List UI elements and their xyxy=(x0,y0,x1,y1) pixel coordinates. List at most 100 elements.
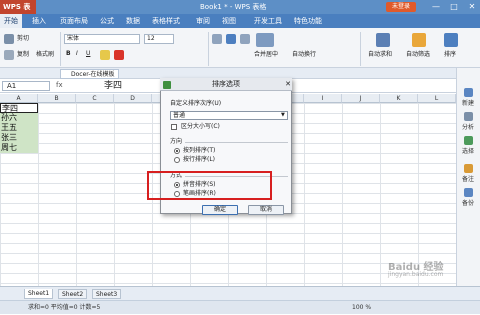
cell-a1[interactable]: 李四 xyxy=(0,103,38,113)
merge-center-icon xyxy=(256,33,274,47)
format-painter-button[interactable]: 格式刷 xyxy=(36,51,54,59)
close-window-button[interactable]: ✕ xyxy=(466,2,478,12)
new-icon xyxy=(463,88,473,97)
font-size-select[interactable]: 12 xyxy=(144,34,174,44)
ribbon-divider xyxy=(208,32,209,66)
status-bar: 求和=0 平均值=0 计数=5 100 % xyxy=(0,300,480,314)
ribbon-divider xyxy=(60,32,61,66)
maximize-button[interactable]: □ xyxy=(448,2,460,12)
dialog-title: 排序选项 xyxy=(160,78,292,91)
dialog-close-button[interactable]: ✕ xyxy=(284,80,292,89)
watermark-url: jingyan.baidu.com xyxy=(388,271,444,278)
direction-label: 方向 xyxy=(170,138,183,145)
cell-a5[interactable]: 周七 xyxy=(0,143,38,153)
select-icon xyxy=(463,136,473,145)
column-header-c[interactable]: C xyxy=(76,94,114,103)
side-item-label: 新建 xyxy=(461,100,474,107)
status-summary: 求和=0 平均值=0 计数=5 xyxy=(28,304,101,311)
align-middle-icon[interactable] xyxy=(226,34,236,44)
sheet-tab-2[interactable]: Sheet2 xyxy=(58,289,88,299)
tab-table-style[interactable]: 表格样式 xyxy=(152,14,180,28)
bold-button[interactable]: B xyxy=(66,50,71,58)
fill-color-icon[interactable] xyxy=(100,50,110,60)
side-item-new[interactable]: 新建 xyxy=(456,88,480,107)
case-sensitive-checkbox[interactable] xyxy=(171,124,177,130)
dialog-app-icon xyxy=(163,81,171,89)
tab-formulas[interactable]: 公式 xyxy=(100,14,114,28)
sort-button[interactable]: 排序 xyxy=(444,51,456,59)
window-title: Book1 * - WPS 表格 xyxy=(200,3,267,11)
note-icon xyxy=(463,164,473,173)
font-name-select[interactable]: 宋体 xyxy=(64,34,140,44)
app-logo[interactable]: WPS 表格 xyxy=(0,0,36,25)
name-box[interactable]: A1 xyxy=(2,81,50,91)
column-header-j[interactable]: J xyxy=(342,94,380,103)
align-top-icon[interactable] xyxy=(212,34,222,44)
watermark: Baidu 经验 jingyan.baidu.com xyxy=(372,258,472,282)
side-item-label: 分析 xyxy=(461,124,474,131)
side-item-note[interactable]: 备注 xyxy=(456,164,480,183)
column-header-i[interactable]: I xyxy=(304,94,342,103)
cut-button[interactable]: 剪切 xyxy=(17,35,29,43)
side-item-analysis[interactable]: 分析 xyxy=(456,112,480,131)
zoom-level[interactable]: 100 % xyxy=(352,301,371,315)
cell-a2[interactable]: 孙六 xyxy=(0,113,38,123)
column-header-b[interactable]: B xyxy=(38,94,76,103)
align-bottom-icon[interactable] xyxy=(240,34,250,44)
by-row-label: 按行排序(L) xyxy=(183,156,216,163)
column-header-k[interactable]: K xyxy=(380,94,418,103)
side-item-backup[interactable]: 备份 xyxy=(456,188,480,207)
filter-icon xyxy=(412,33,426,47)
auto-sum-button[interactable]: 自动求和 xyxy=(368,51,392,59)
tab-developer[interactable]: 开发工具 xyxy=(254,14,282,28)
cancel-button[interactable]: 取消 xyxy=(248,205,284,215)
chevron-down-icon[interactable]: ▼ xyxy=(281,112,285,118)
underline-button[interactable]: U xyxy=(86,50,90,58)
backup-icon xyxy=(463,188,473,197)
ribbon-divider xyxy=(360,32,361,66)
fx-icon[interactable]: fx xyxy=(56,81,63,89)
group-divider xyxy=(185,142,288,143)
tab-view[interactable]: 视图 xyxy=(222,14,236,28)
analysis-icon xyxy=(463,112,473,121)
tab-special-features[interactable]: 特色功能 xyxy=(294,14,322,28)
merge-center-button[interactable]: 合并居中 xyxy=(254,51,278,59)
side-item-select[interactable]: 选择 xyxy=(456,136,480,155)
column-header-l[interactable]: L xyxy=(418,94,456,103)
tab-start[interactable]: 开始 xyxy=(0,14,22,28)
copy-button[interactable]: 复制 xyxy=(17,51,29,59)
tab-insert[interactable]: 插入 xyxy=(32,14,46,28)
by-column-radio[interactable] xyxy=(174,148,180,154)
column-header-a[interactable]: A xyxy=(0,94,38,103)
side-item-label: 备注 xyxy=(461,176,474,183)
login-button[interactable]: 未登录 xyxy=(386,2,416,12)
by-row-radio[interactable] xyxy=(174,157,180,163)
sort-icon xyxy=(444,33,458,47)
doc-tab-docer[interactable]: Docer-在线模板 xyxy=(60,69,119,79)
side-item-label: 备份 xyxy=(461,200,474,207)
case-sensitive-label: 区分大小写(C) xyxy=(181,123,220,130)
column-header-d[interactable]: D xyxy=(114,94,152,103)
tab-review[interactable]: 审阅 xyxy=(196,14,210,28)
tab-page-layout[interactable]: 页面布局 xyxy=(60,14,88,28)
custom-order-label: 自定义排序次序(U) xyxy=(170,100,222,107)
italic-button[interactable]: I xyxy=(76,50,78,58)
custom-order-select[interactable]: 普通 xyxy=(170,111,288,120)
tab-data[interactable]: 数据 xyxy=(126,14,140,28)
wrap-text-button[interactable]: 自动换行 xyxy=(292,51,316,59)
font-color-icon[interactable] xyxy=(114,50,124,60)
sheet-tab-3[interactable]: Sheet3 xyxy=(92,289,122,299)
ok-button[interactable]: 确定 xyxy=(202,205,238,215)
side-item-label: 选择 xyxy=(461,148,474,155)
copy-icon xyxy=(4,50,14,60)
by-column-label: 按列排序(T) xyxy=(183,147,216,154)
formula-input[interactable]: 李四 xyxy=(104,80,122,92)
auto-filter-button[interactable]: 自动筛选 xyxy=(406,51,430,59)
sheet-tab-1[interactable]: Sheet1 xyxy=(24,289,54,299)
cut-icon xyxy=(4,34,14,44)
minimize-button[interactable]: — xyxy=(430,2,442,12)
sum-icon xyxy=(376,33,390,47)
annotation-highlight-box xyxy=(147,171,272,200)
cell-a3[interactable]: 王五 xyxy=(0,123,38,133)
cell-a4[interactable]: 张三 xyxy=(0,133,38,143)
